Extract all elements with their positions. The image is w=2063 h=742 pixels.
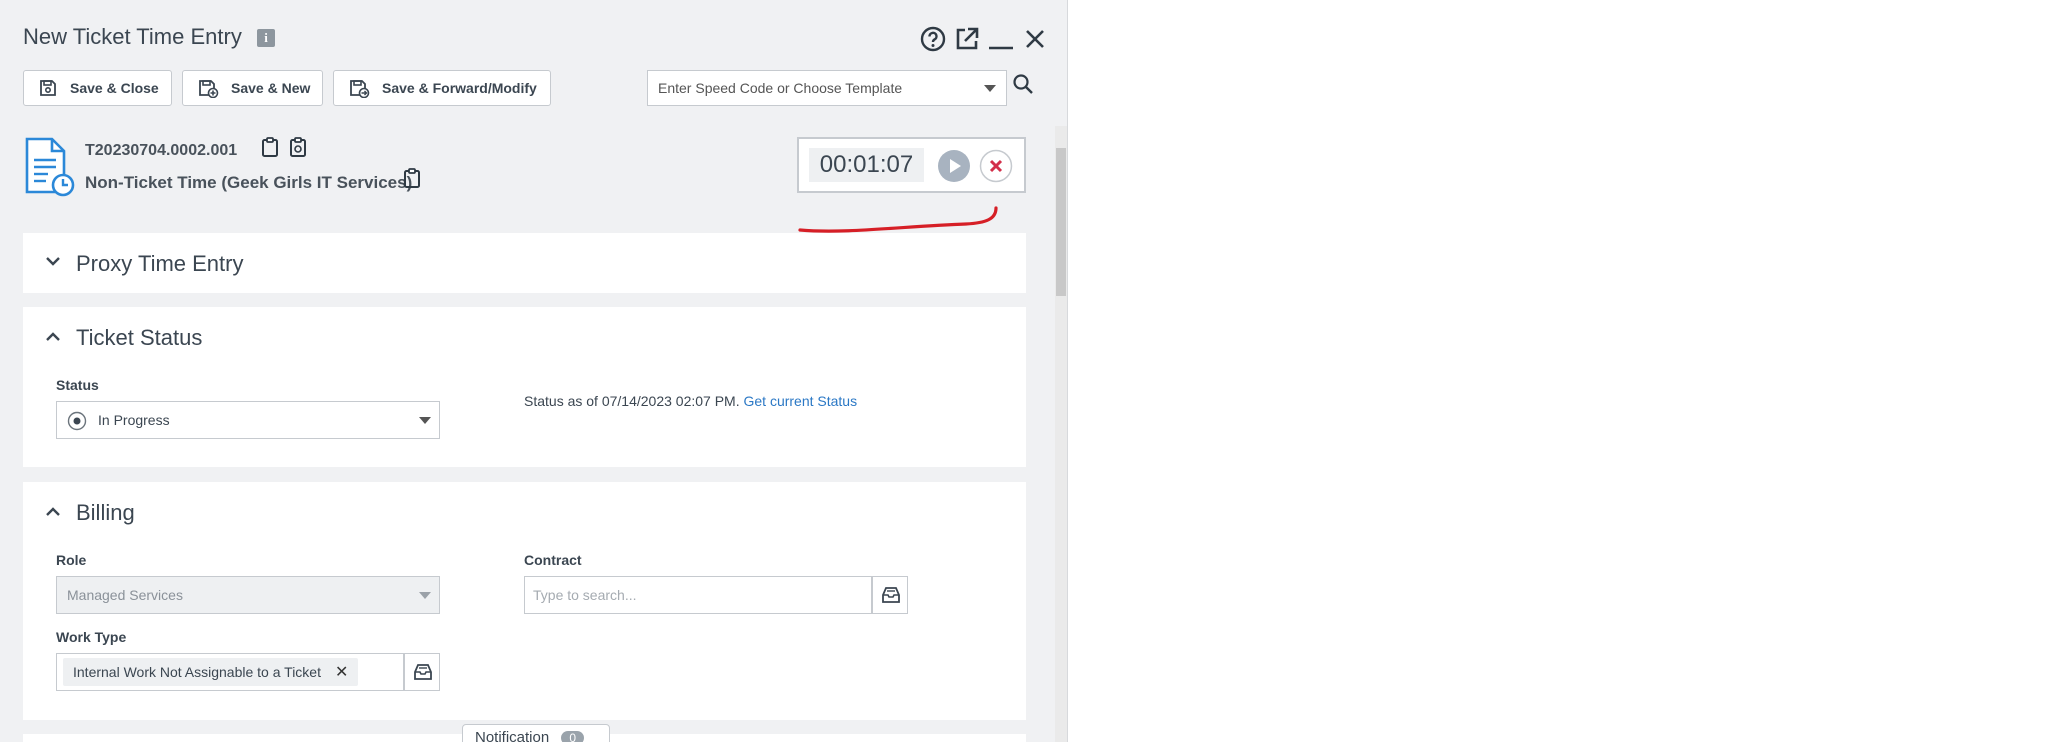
chevron-down-icon [419, 592, 431, 599]
time-entry-panel: New Ticket Time Entry i Save & Close Sav… [0, 0, 1068, 742]
save-new-icon [199, 80, 219, 98]
help-icon[interactable] [918, 24, 948, 54]
scrollbar[interactable] [1055, 126, 1067, 742]
save-new-label: Save & New [231, 80, 311, 96]
status-radio-icon [67, 411, 87, 431]
speed-code-placeholder: Enter Speed Code or Choose Template [658, 80, 903, 96]
save-new-button[interactable]: Save & New [182, 70, 323, 106]
copy-icon[interactable] [260, 136, 280, 163]
close-icon[interactable] [1020, 24, 1050, 54]
role-select: Managed Services [56, 576, 440, 614]
cancel-timer-button[interactable] [979, 149, 1013, 188]
ticket-status-title[interactable]: Ticket Status [76, 325, 202, 351]
contract-placeholder: Type to search... [533, 587, 637, 603]
proxy-time-entry-section: Proxy Time Entry [23, 233, 1026, 293]
billing-section: Billing Role Managed Services Contract T… [23, 482, 1026, 720]
annotation-underline [798, 206, 998, 233]
notification-label: Notification [475, 729, 550, 742]
lookup-tray-icon [414, 664, 432, 680]
work-type-label: Work Type [56, 629, 127, 645]
chevron-down-icon [419, 417, 431, 424]
copy-link-icon[interactable] [288, 136, 308, 163]
ticket-status-section: Ticket Status Status In Progress Status … [23, 307, 1026, 467]
minimize-icon[interactable] [986, 24, 1016, 54]
time-entry-document-icon [24, 136, 76, 203]
work-type-lookup-button[interactable] [404, 653, 440, 691]
save-forward-icon [350, 80, 370, 98]
status-note-text: Status as of 07/14/2023 02:07 PM. [524, 393, 740, 409]
play-button[interactable] [937, 149, 971, 188]
copy-icon[interactable] [402, 167, 422, 194]
chevron-down-icon [984, 85, 996, 92]
lookup-tray-icon [882, 587, 900, 603]
notification-tab[interactable]: Notification 0 [462, 724, 610, 742]
save-close-button[interactable]: Save & Close [23, 70, 172, 106]
search-icon[interactable] [1012, 73, 1034, 100]
work-type-tag: Internal Work Not Assignable to a Ticket… [63, 658, 359, 686]
stopwatch-timer: 00:01:07 [797, 137, 1026, 193]
role-label: Role [56, 552, 87, 568]
chevron-up-icon[interactable] [43, 327, 63, 352]
save-forward-button[interactable]: Save & Forward/Modify [333, 70, 551, 106]
timer-value: 00:01:07 [809, 148, 924, 182]
get-current-status-link[interactable]: Get current Status [743, 393, 857, 409]
billing-title[interactable]: Billing [76, 500, 135, 526]
status-value: In Progress [98, 412, 170, 428]
save-close-label: Save & Close [70, 80, 159, 96]
page-title: New Ticket Time Entry [23, 24, 242, 49]
notification-count-badge: 0 [561, 731, 585, 742]
proxy-section-title[interactable]: Proxy Time Entry [76, 251, 243, 277]
status-label: Status [56, 377, 99, 393]
status-select[interactable]: In Progress [56, 401, 440, 439]
ticket-number: T20230704.0002.001 [85, 142, 238, 159]
contract-search-input[interactable]: Type to search... [524, 576, 872, 614]
work-type-value: Internal Work Not Assignable to a Ticket [73, 664, 321, 680]
speed-code-select[interactable]: Enter Speed Code or Choose Template [647, 70, 1007, 106]
info-icon[interactable]: i [257, 29, 275, 47]
save-icon [40, 80, 56, 96]
work-type-field[interactable]: Internal Work Not Assignable to a Ticket… [56, 653, 404, 691]
popout-icon[interactable] [952, 24, 982, 54]
chevron-down-icon[interactable] [43, 251, 63, 276]
scrollbar-thumb[interactable] [1056, 148, 1066, 296]
contract-label: Contract [524, 552, 582, 568]
status-note: Status as of 07/14/2023 02:07 PM. Get cu… [524, 393, 857, 409]
remove-tag-icon[interactable]: ✕ [335, 664, 348, 681]
role-value: Managed Services [67, 587, 183, 603]
ticket-subtitle: Non-Ticket Time (Geek Girls IT Services) [85, 173, 413, 192]
chevron-up-icon[interactable] [43, 502, 63, 527]
save-forward-label: Save & Forward/Modify [382, 80, 537, 96]
contract-lookup-button[interactable] [872, 576, 908, 614]
